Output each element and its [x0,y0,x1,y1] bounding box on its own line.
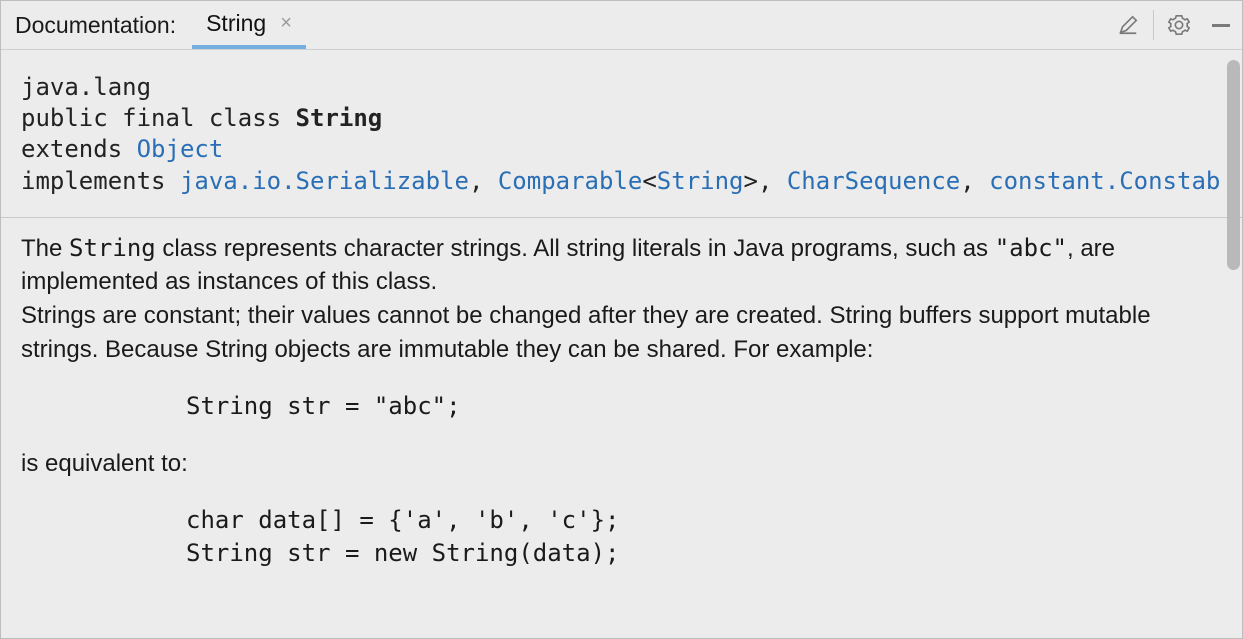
edit-button[interactable] [1107,1,1149,49]
inline-code: "abc" [995,234,1067,262]
minimize-icon [1212,24,1230,27]
sep: , [960,167,989,195]
link-object[interactable]: Object [137,135,224,163]
code-block-2: char data[] = {'a', 'b', 'c'}; String st… [21,480,1220,593]
link-charsequence[interactable]: CharSequence [787,167,960,195]
tab-string[interactable]: String × [192,1,306,49]
link-comparable[interactable]: Comparable [498,167,643,195]
panel-title: Documentation: [1,1,192,49]
lt: < [642,167,656,195]
para-3: is equivalent to: [21,447,1220,481]
class-declaration: public final class String [21,103,1242,134]
package-name: java.lang [21,72,1242,103]
separator [1153,10,1154,40]
class-signature: java.lang public final class String exte… [1,50,1242,218]
pencil-icon [1117,14,1139,36]
modifiers: public final class [21,104,281,132]
sep: , [469,167,498,195]
text: class represents character strings. All … [156,235,995,262]
implements-keyword: implements [21,167,166,195]
close-icon[interactable]: × [280,13,292,33]
implements-line: implements java.io.Serializable, Compara… [21,166,1242,197]
extends-keyword: extends [21,135,122,163]
documentation-panel: Documentation: String × java.lang public… [0,0,1243,639]
gt: > [744,167,758,195]
link-constable[interactable]: constant.Constab [989,167,1220,195]
gear-icon [1168,14,1190,36]
panel-header: Documentation: String × [1,1,1242,50]
spacer [306,1,1107,49]
para-2: Strings are constant; their values canno… [21,299,1220,366]
doc-content: java.lang public final class String exte… [1,50,1242,638]
text: The [21,235,69,262]
settings-button[interactable] [1158,1,1200,49]
link-serializable[interactable]: java.io.Serializable [180,167,469,195]
class-name: String [296,104,383,132]
code-block-1: String str = "abc"; [21,366,1220,446]
sep: , [758,167,787,195]
content-area: java.lang public final class String exte… [1,50,1242,638]
tab-bar: String × [192,1,306,49]
tab-label: String [206,10,266,37]
hide-button[interactable] [1200,1,1242,49]
scrollbar-thumb[interactable] [1227,60,1240,270]
description: The String class represents character st… [1,218,1242,615]
inline-code: String [69,234,156,262]
para-1: The String class represents character st… [21,232,1220,299]
extends-line: extends Object [21,134,1242,165]
link-string-param[interactable]: String [657,167,744,195]
